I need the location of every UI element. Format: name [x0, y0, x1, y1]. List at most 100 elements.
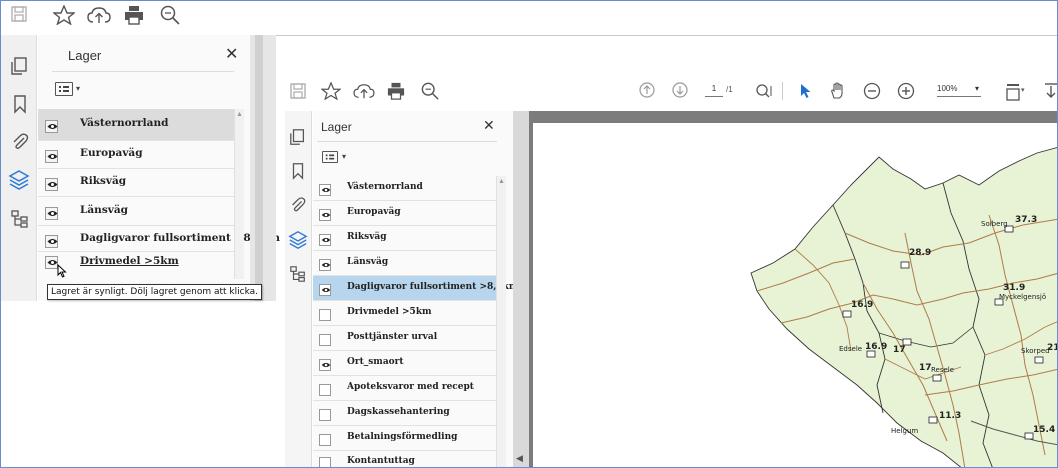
- visibility-toggle[interactable]: [319, 434, 331, 446]
- zoom-value: 100%: [937, 84, 958, 93]
- tree-icon[interactable]: [289, 265, 309, 285]
- layer-label: Apoteksvaror med recept: [347, 382, 474, 392]
- layers-scrollbar[interactable]: ▲: [496, 176, 506, 467]
- visibility-toggle[interactable]: [319, 384, 331, 396]
- eye-icon: [321, 287, 331, 293]
- document-gutter: [250, 35, 276, 301]
- print-icon[interactable]: [387, 82, 405, 100]
- layer-row[interactable]: Dagligvaror fullsortiment >8,5km: [313, 276, 518, 301]
- paperclip-icon[interactable]: [289, 196, 309, 216]
- layer-label: Europaväg: [80, 147, 143, 159]
- zoom-caret: ▾: [974, 84, 979, 93]
- layer-row[interactable]: Europaväg: [38, 141, 234, 169]
- place-value: 16.9: [851, 300, 874, 310]
- layer-row[interactable]: Kontantuttag: [313, 451, 496, 467]
- layer-row[interactable]: Länsväg: [313, 251, 496, 276]
- layer-row[interactable]: Ort_smaort: [313, 351, 496, 376]
- visibility-toggle[interactable]: [45, 150, 58, 163]
- visibility-toggle[interactable]: [319, 259, 331, 271]
- map-page: Solberg 37.3 28.9 31.9 Myckelgensjö 16.9…: [533, 123, 1057, 467]
- navigation-rail: [285, 111, 312, 467]
- text-search-icon[interactable]: [755, 83, 773, 99]
- layer-row[interactable]: Posttjänster urval: [313, 326, 496, 351]
- layer-row[interactable]: Dagligvaror fullsortiment >8,5km: [38, 226, 280, 252]
- hand-icon[interactable]: [829, 82, 847, 100]
- visibility-toggle[interactable]: [319, 209, 331, 221]
- visibility-toggle[interactable]: [319, 284, 331, 296]
- layers-scrollbar[interactable]: ▲: [234, 109, 244, 279]
- layer-row[interactable]: Västernorrland: [313, 176, 496, 201]
- search-icon[interactable]: [421, 82, 439, 100]
- visibility-toggle[interactable]: [319, 457, 331, 467]
- visibility-toggle[interactable]: [45, 207, 58, 220]
- paperclip-icon[interactable]: [10, 132, 30, 152]
- search-icon[interactable]: [160, 5, 180, 25]
- collapse-arrow-icon[interactable]: ◀: [516, 453, 523, 464]
- fit-page-icon[interactable]: ▾: [1005, 82, 1027, 102]
- zoom-select[interactable]: 100% ▾: [937, 83, 981, 97]
- save-icon[interactable]: [289, 82, 307, 100]
- layer-row[interactable]: Dagskassehantering: [313, 401, 496, 426]
- layer-row[interactable]: Riksväg: [38, 169, 234, 197]
- scroll-up-icon[interactable]: ▲: [236, 111, 243, 118]
- zoom-out-icon[interactable]: [863, 82, 881, 100]
- download-icon[interactable]: [1043, 82, 1057, 100]
- layer-row[interactable]: Länsväg: [38, 197, 234, 226]
- layer-row[interactable]: Riksväg: [313, 226, 496, 251]
- print-icon[interactable]: [124, 5, 144, 25]
- next-page-icon[interactable]: [672, 82, 688, 98]
- bookmark-icon[interactable]: [10, 94, 30, 114]
- divider: [52, 71, 234, 72]
- options-caret[interactable]: ▾: [76, 84, 80, 93]
- place-value: 28.9: [909, 248, 932, 258]
- layer-row[interactable]: Europaväg: [313, 201, 496, 226]
- scroll-up-icon[interactable]: ▲: [498, 178, 505, 185]
- layer-row[interactable]: Västernorrland: [38, 109, 234, 141]
- layer-label: Europaväg: [347, 207, 401, 217]
- upload-icon[interactable]: [87, 5, 111, 25]
- visibility-toggle[interactable]: [319, 309, 331, 321]
- visibility-toggle[interactable]: [319, 234, 331, 246]
- visibility-toggle[interactable]: [319, 409, 331, 421]
- pages-icon[interactable]: [289, 128, 309, 148]
- layer-row[interactable]: Apoteksvaror med recept: [313, 376, 496, 401]
- options-icon[interactable]: [55, 82, 73, 96]
- layer-label: Riksväg: [80, 175, 127, 187]
- place-value: 37.3: [1015, 215, 1038, 225]
- visibility-toggle[interactable]: [319, 184, 331, 196]
- zoom-in-icon[interactable]: [897, 82, 915, 100]
- save-icon[interactable]: [10, 5, 28, 23]
- small-toolbar: [1, 1, 276, 35]
- panel-title: Lager: [321, 120, 352, 134]
- visibility-toggle[interactable]: [45, 120, 58, 133]
- close-button[interactable]: ✕: [225, 44, 238, 64]
- close-button[interactable]: ✕: [483, 117, 495, 134]
- visibility-toggle[interactable]: [45, 235, 58, 248]
- bookmark-icon[interactable]: [289, 162, 309, 182]
- place-label: Helgum: [891, 427, 919, 435]
- place-value: 17: [893, 345, 906, 355]
- tree-icon[interactable]: [10, 209, 30, 229]
- star-icon[interactable]: [53, 5, 75, 25]
- visibility-toggle[interactable]: [319, 359, 331, 371]
- prev-page-icon[interactable]: [639, 82, 655, 98]
- pages-icon[interactable]: [10, 56, 30, 76]
- panel-splitter[interactable]: ◀: [513, 111, 529, 467]
- visibility-toggle[interactable]: [319, 334, 331, 346]
- layers-icon[interactable]: [288, 230, 308, 250]
- page-number-input[interactable]: 1: [705, 83, 723, 97]
- scrollbar-track[interactable]: [255, 35, 263, 301]
- layer-row[interactable]: Drivmedel >5km: [38, 252, 234, 278]
- visibility-toggle[interactable]: [45, 178, 58, 191]
- eye-icon: [321, 187, 331, 193]
- layer-row[interactable]: Drivmedel >5km: [313, 301, 496, 326]
- upload-icon[interactable]: [353, 82, 375, 100]
- select-arrow-icon[interactable]: [800, 83, 812, 99]
- layer-row[interactable]: Betalningsförmedling: [313, 426, 496, 451]
- screenshot-frame: Lager ✕ ▾ Västernorrland Europaväg Riksv…: [0, 0, 1058, 468]
- layers-panel: Lager ✕ ▾ Västernorrland Europaväg Riksv…: [313, 111, 518, 467]
- star-icon[interactable]: [321, 82, 341, 100]
- options-icon[interactable]: [322, 151, 338, 163]
- layers-icon[interactable]: [8, 169, 30, 190]
- options-caret[interactable]: ▾: [342, 152, 346, 161]
